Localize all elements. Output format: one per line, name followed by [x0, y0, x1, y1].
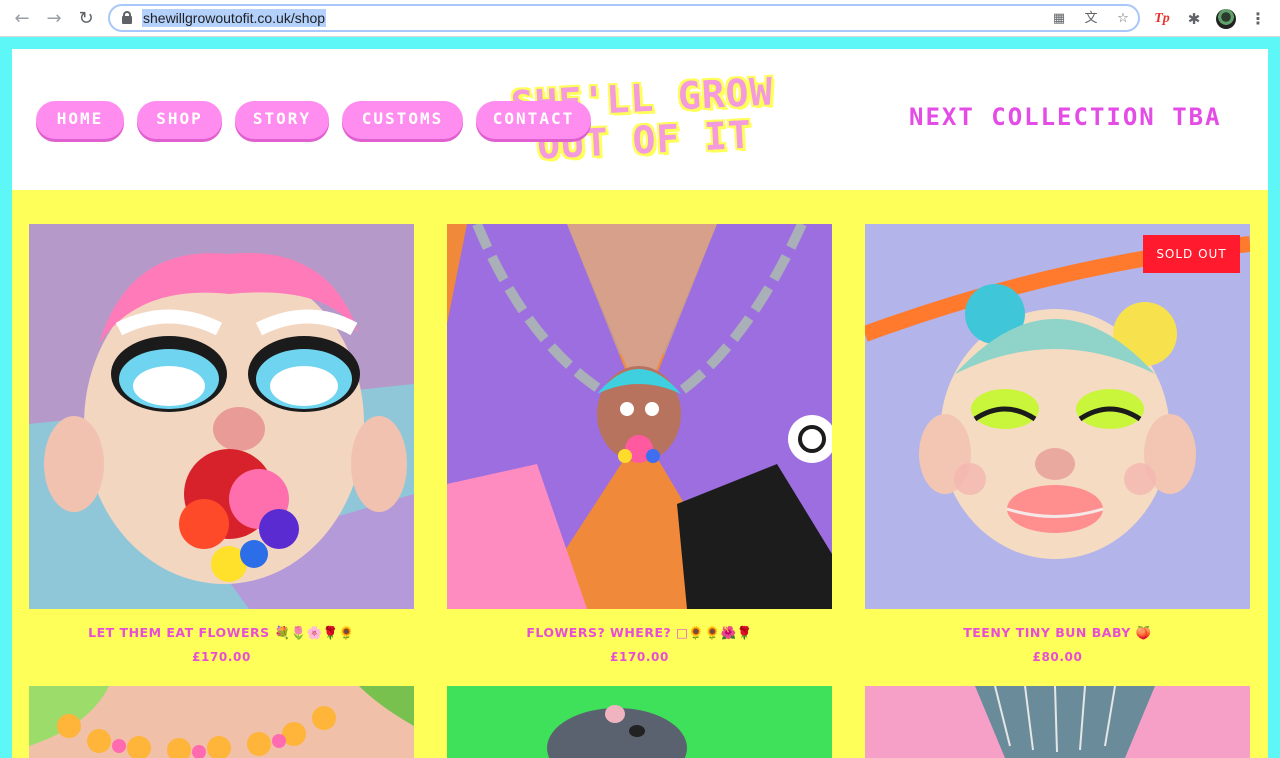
sold-out-badge: SOLD OUT: [1143, 235, 1240, 273]
bookmark-star-icon[interactable]: ☆: [1114, 10, 1132, 28]
nav-customs-button[interactable]: CUSTOMS: [342, 101, 463, 139]
qr-code-icon[interactable]: ▦: [1050, 10, 1068, 28]
product-price: £170.00: [610, 650, 669, 664]
product-title[interactable]: LET THEM EAT FLOWERS 💐🌷🌸🌹🌻: [29, 625, 414, 641]
url-text[interactable]: shewillgrowoutofit.co.uk/shop: [142, 9, 327, 27]
browser-menu-icon[interactable]: ⋮: [1248, 9, 1268, 29]
tp-extension-icon[interactable]: Tp: [1152, 9, 1172, 29]
product-image[interactable]: [447, 686, 832, 758]
product-price: £80.00: [1032, 650, 1083, 664]
translate-icon[interactable]: 文: [1082, 10, 1100, 28]
nav-shop-button[interactable]: SHOP: [137, 101, 222, 139]
site-header: SHE'LL GROW OUT OF IT HOME SHOP STORY CU…: [12, 49, 1268, 190]
product-title[interactable]: FLOWERS? WHERE? □🌻🌻🌺🌹: [447, 625, 832, 641]
product-image[interactable]: [865, 686, 1250, 758]
page-content: SHE'LL GROW OUT OF IT HOME SHOP STORY CU…: [12, 49, 1268, 758]
forward-arrow-icon[interactable]: →: [43, 8, 65, 30]
back-arrow-icon[interactable]: ←: [11, 8, 33, 30]
browser-toolbar: ← → ↻ shewillgrowoutofit.co.uk/shop ▦ 文 …: [0, 0, 1280, 37]
nav-contact-button[interactable]: CONTACT: [476, 101, 591, 139]
reload-icon[interactable]: ↻: [75, 8, 97, 30]
nav-story-button[interactable]: STORY: [235, 101, 329, 139]
lock-icon[interactable]: [122, 11, 132, 24]
address-bar[interactable]: shewillgrowoutofit.co.uk/shop ▦ 文 ☆: [108, 4, 1140, 32]
profile-avatar[interactable]: [1216, 9, 1236, 29]
product-image[interactable]: [29, 686, 414, 758]
product-title[interactable]: TEENY TINY BUN BABY 🍑: [865, 625, 1250, 641]
next-collection-tagline: NEXT COLLECTION TBA: [909, 103, 1222, 131]
product-image[interactable]: [447, 224, 832, 609]
extensions-puzzle-icon[interactable]: ✱: [1184, 9, 1204, 29]
nav-home-button[interactable]: HOME: [36, 101, 124, 139]
product-price: £170.00: [192, 650, 251, 664]
product-image[interactable]: [29, 224, 414, 609]
product-image[interactable]: SOLD OUT: [865, 224, 1250, 609]
